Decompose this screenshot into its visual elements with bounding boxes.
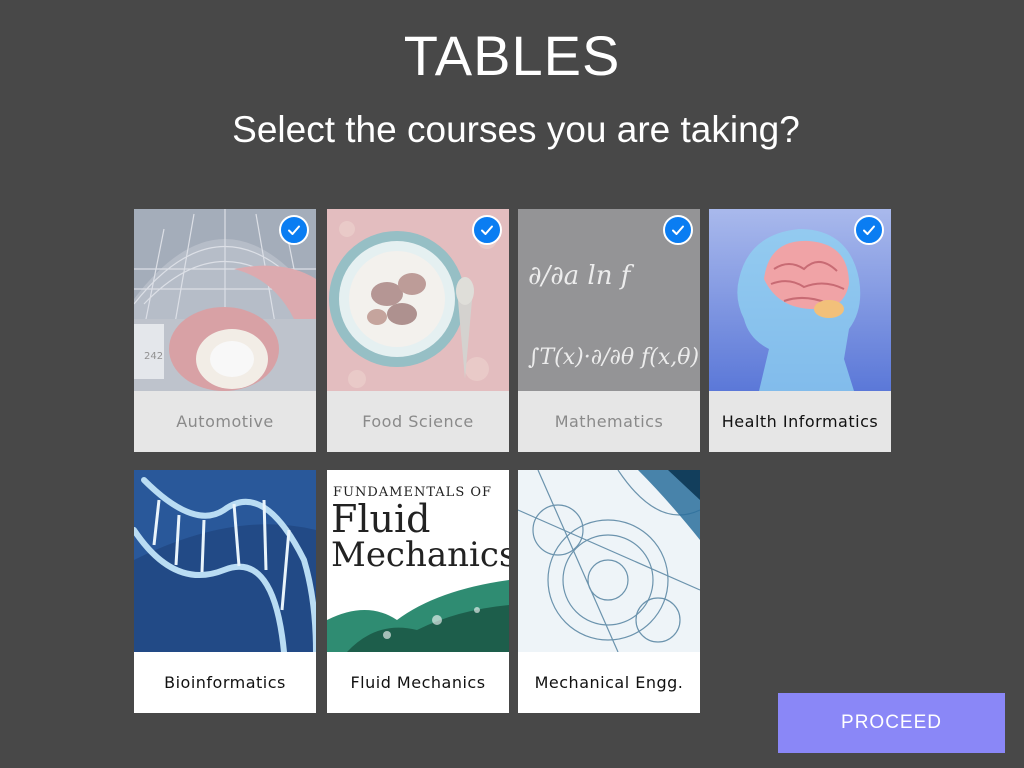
course-card-fluid-mechanics[interactable]: FUNDAMENTALS OF Fluid Mechanics Fluid Me… bbox=[327, 470, 509, 713]
check-icon bbox=[472, 215, 502, 245]
course-label: Bioinformatics bbox=[134, 652, 316, 713]
course-card-mechanical-engg[interactable]: Mechanical Engg. bbox=[518, 470, 700, 713]
book-cover-line-3: Mechanics bbox=[331, 535, 509, 575]
course-label: Mechanical Engg. bbox=[518, 652, 700, 713]
course-card-food-science[interactable]: Food Science bbox=[327, 209, 509, 452]
formula-line-1: ∂/∂a ln f bbox=[528, 261, 635, 291]
course-label: Fluid Mechanics bbox=[327, 652, 509, 713]
proceed-button[interactable]: PROCEED bbox=[778, 693, 1005, 753]
check-icon bbox=[279, 215, 309, 245]
check-icon bbox=[663, 215, 693, 245]
course-card-automotive[interactable]: 242 Automotive bbox=[134, 209, 316, 452]
course-label: Health Informatics bbox=[709, 391, 891, 452]
dna-image bbox=[134, 470, 316, 652]
check-icon bbox=[854, 215, 884, 245]
svg-text:242: 242 bbox=[144, 351, 163, 362]
gears-sketch-image bbox=[518, 470, 700, 652]
page-subtitle: Select the courses you are taking? bbox=[232, 109, 800, 150]
course-card-health-informatics[interactable]: Health Informatics bbox=[709, 209, 891, 452]
course-card-mathematics[interactable]: ∂/∂a ln f ∫T(x)·∂/∂θ f(x,θ) Mathematics bbox=[518, 209, 700, 452]
course-label: Mathematics bbox=[518, 391, 700, 452]
formula-line-2: ∫T(x)·∂/∂θ f(x,θ) bbox=[528, 345, 699, 370]
course-card-bioinformatics[interactable]: Bioinformatics bbox=[134, 470, 316, 713]
page-title: TABLES bbox=[403, 24, 621, 87]
course-label: Automotive bbox=[134, 391, 316, 452]
book-cover-image: FUNDAMENTALS OF Fluid Mechanics bbox=[327, 470, 509, 652]
course-label: Food Science bbox=[327, 391, 509, 452]
